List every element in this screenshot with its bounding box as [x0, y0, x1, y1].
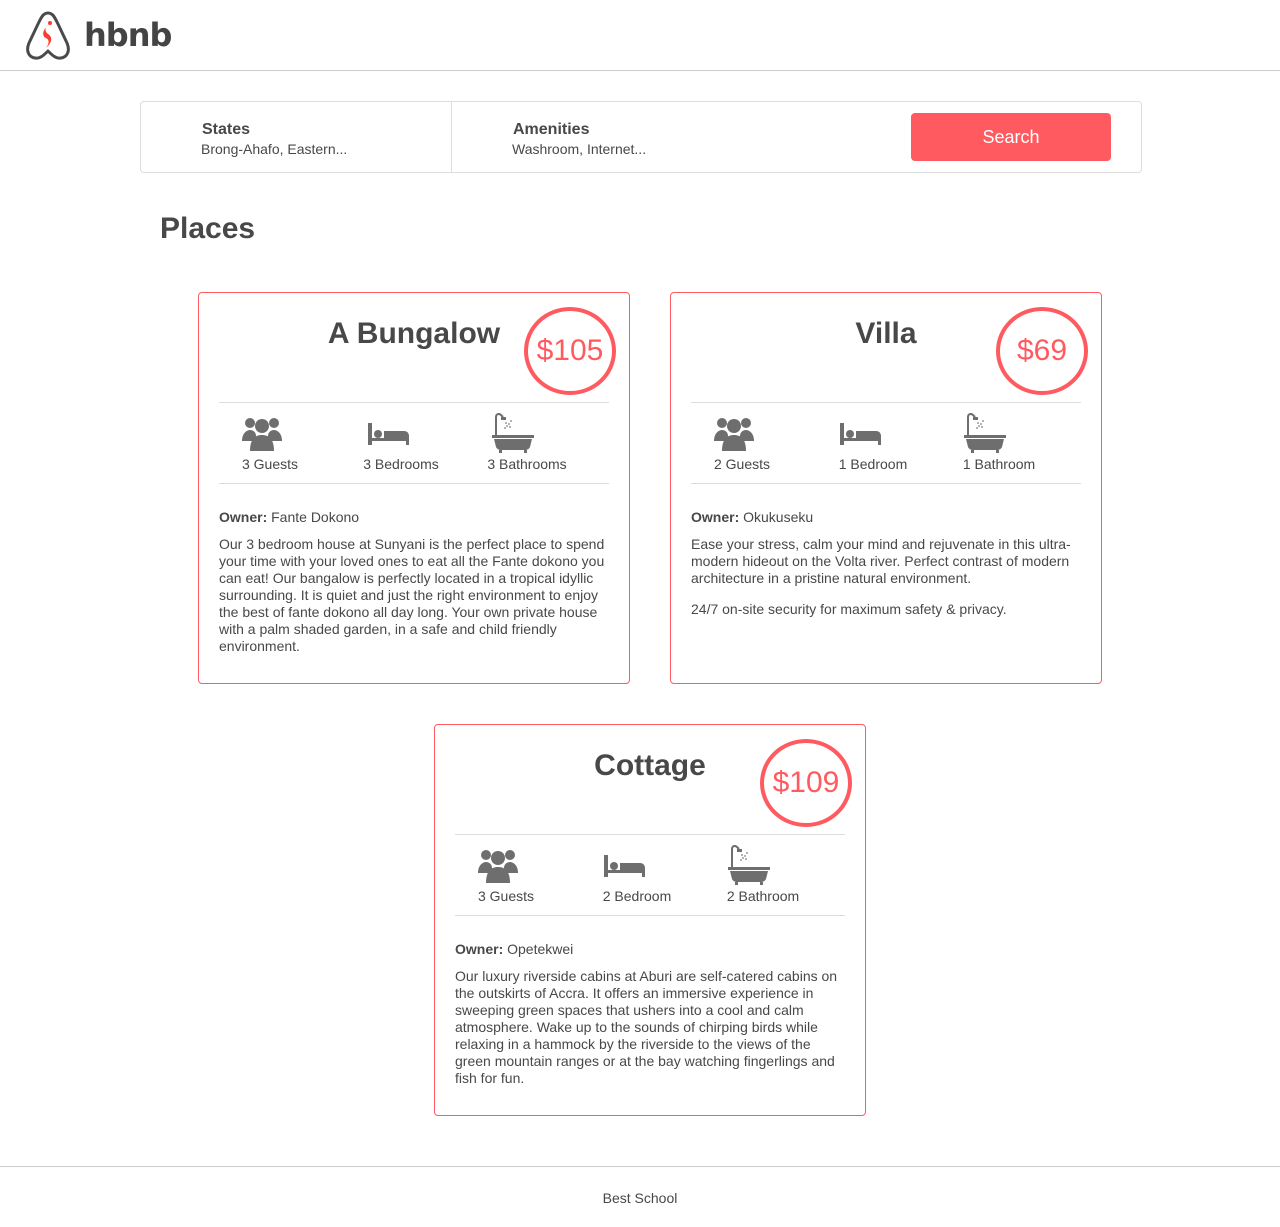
guests-info: 2 Guests — [687, 413, 797, 472]
guests-label: 3 Guests — [241, 456, 299, 472]
description-paragraph: Our luxury riverside cabins at Aburi are… — [455, 968, 838, 1086]
amenities-filter-title: Amenities — [513, 121, 590, 138]
place-info: 3 Guests 3 Bedrooms 3 Bathrooms — [219, 402, 609, 484]
baths-info: 3 Bathrooms — [472, 413, 582, 472]
baths-label: 2 Bathroom — [726, 888, 800, 904]
states-filter-title: States — [202, 121, 251, 138]
rooms-label: 1 Bedroom — [838, 456, 908, 472]
guests-label: 2 Guests — [713, 456, 771, 472]
states-filter[interactable]: States Brong-Ahafo, Eastern... — [141, 102, 452, 172]
amenities-filter[interactable]: Amenities Washroom, Internet... — [452, 102, 892, 172]
place-card-villa: Villa $69 2 Guests 1 Bedroom 1 Bathroom … — [670, 292, 1102, 684]
rooms-label: 3 Bedrooms — [363, 456, 439, 472]
places-heading: Places — [160, 212, 256, 245]
baths-label: 3 Bathrooms — [487, 456, 567, 472]
rooms-info: 2 Bedroom — [582, 845, 692, 904]
group-icon — [687, 413, 797, 453]
bed-icon — [582, 845, 692, 885]
description-paragraph: Ease your stress, calm your mind and rej… — [691, 536, 1071, 586]
bathtub-icon — [944, 413, 1054, 453]
owner-name: Okukuseku — [739, 509, 814, 525]
group-icon — [451, 845, 561, 885]
bathtub-icon — [472, 413, 582, 453]
logo[interactable]: hbnb — [24, 10, 172, 60]
guests-info: 3 Guests — [451, 845, 561, 904]
description-paragraph: 24/7 on-site security for maximum safety… — [691, 601, 1007, 617]
group-icon — [215, 413, 325, 453]
bed-icon — [346, 413, 456, 453]
owner-label: Owner: — [219, 509, 268, 525]
logo-text: hbnb — [84, 16, 172, 54]
place-card-bungalow: A Bungalow $105 3 Guests 3 Bedrooms 3 Ba… — [198, 292, 630, 684]
baths-label: 1 Bathroom — [962, 456, 1036, 472]
description-paragraph: Our 3 bedroom house at Sunyani is the pe… — [219, 536, 605, 654]
owner-label: Owner: — [455, 941, 504, 957]
site-footer: Best School — [0, 1166, 1280, 1227]
footer-text: Best School — [602, 1190, 678, 1206]
owner-name: Fante Dokono — [267, 509, 360, 525]
bathtub-icon — [708, 845, 818, 885]
states-filter-selected: Brong-Ahafo, Eastern... — [201, 141, 348, 157]
rooms-info: 1 Bedroom — [818, 413, 928, 472]
rooms-label: 2 Bedroom — [602, 888, 672, 904]
place-info: 2 Guests 1 Bedroom 1 Bathroom — [691, 402, 1081, 484]
hbnb-logo-icon — [26, 11, 70, 60]
search-button[interactable]: Search — [911, 113, 1111, 161]
owner-line: Owner: Okukuseku — [691, 509, 813, 525]
owner-line: Owner: Fante Dokono — [219, 509, 359, 525]
guests-info: 3 Guests — [215, 413, 325, 472]
place-description: Ease your stress, calm your mind and rej… — [691, 536, 1083, 632]
price-badge: $69 — [996, 307, 1088, 395]
owner-label: Owner: — [691, 509, 740, 525]
owner-line: Owner: Opetekwei — [455, 941, 573, 957]
place-description: Our 3 bedroom house at Sunyani is the pe… — [219, 536, 611, 669]
owner-name: Opetekwei — [503, 941, 574, 957]
place-card-cottage: Cottage $109 3 Guests 2 Bedroom 2 Bathro… — [434, 724, 866, 1116]
price-badge: $105 — [524, 307, 616, 395]
filters-bar: States Brong-Ahafo, Eastern... Amenities… — [140, 101, 1142, 173]
guests-label: 3 Guests — [477, 888, 535, 904]
rooms-info: 3 Bedrooms — [346, 413, 456, 472]
baths-info: 2 Bathroom — [708, 845, 818, 904]
amenities-filter-selected: Washroom, Internet... — [512, 141, 647, 157]
baths-info: 1 Bathroom — [944, 413, 1054, 472]
bed-icon — [818, 413, 928, 453]
place-description: Our luxury riverside cabins at Aburi are… — [455, 968, 847, 1101]
price-badge: $109 — [760, 739, 852, 827]
place-info: 3 Guests 2 Bedroom 2 Bathroom — [455, 834, 845, 916]
site-header: hbnb — [0, 0, 1280, 71]
